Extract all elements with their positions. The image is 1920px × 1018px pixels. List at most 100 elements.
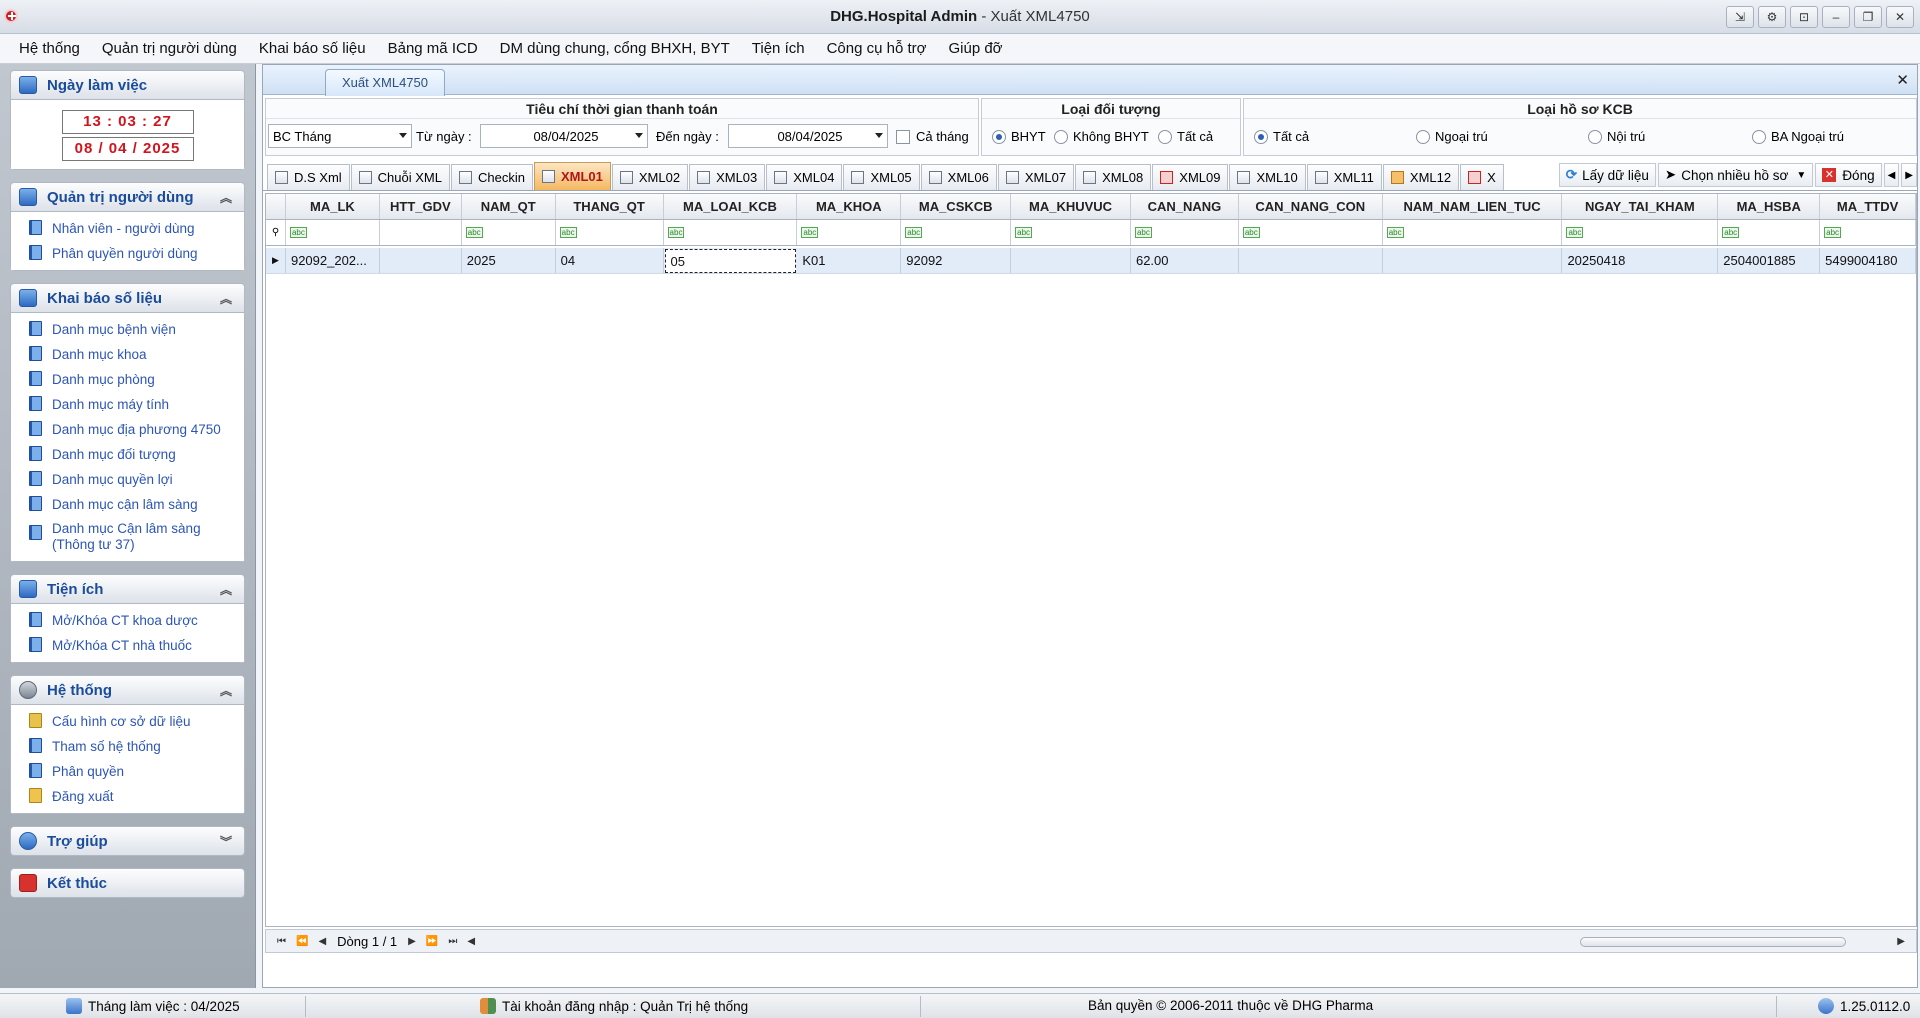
settings-icon[interactable]: ⚙ — [1758, 6, 1786, 28]
col-ma-cskcb[interactable]: MA_CSKCB — [901, 194, 1012, 219]
cell-ma-hsba[interactable]: 2504001885 — [1718, 248, 1821, 273]
sidebar-item-phong[interactable]: Danh mục phòng — [29, 367, 244, 392]
sidebar-item-can-lam-sang[interactable]: Danh mục cận lâm sàng — [29, 492, 244, 517]
cell-ma-lk[interactable]: 92092_202... — [286, 248, 380, 273]
to-date-input[interactable]: 08/04/2025 — [728, 124, 888, 148]
col-ma-loai-kcb[interactable]: MA_LOAI_KCB — [664, 194, 798, 219]
collapse-icon[interactable]: ︽ — [220, 682, 232, 699]
sidebar-item-doi-tuong[interactable]: Danh mục đối tượng — [29, 442, 244, 467]
cell-ma-khoa[interactable]: K01 — [797, 248, 902, 273]
layout-icon[interactable]: ⊡ — [1790, 6, 1818, 28]
sidebar-item-khoa[interactable]: Danh mục khoa — [29, 342, 244, 367]
tab-checkin[interactable]: Checkin — [450, 164, 533, 190]
sidebar-item-can-lam-sang-tt37[interactable]: Danh mục Cận lâm sàng (Thông tư 37) — [29, 517, 244, 557]
users-header[interactable]: Quản trị người dùng ︽ — [10, 182, 245, 212]
next-page-icon[interactable]: ⏩ — [426, 936, 438, 947]
cell-ma-cskcb[interactable]: 92092 — [901, 248, 1012, 273]
sidebar-item-khoa-duoc[interactable]: Mở/Khóa CT khoa dược — [29, 608, 244, 633]
tab-ds-xml[interactable]: D.S Xml — [267, 164, 350, 190]
col-ma-khuvuc[interactable]: MA_KHUVUC — [1011, 194, 1131, 219]
tab-xml08[interactable]: XML08 — [1075, 164, 1152, 190]
tab-xml04[interactable]: XML04 — [766, 164, 843, 190]
radio-bhyt[interactable]: BHYT — [992, 129, 1046, 144]
tab-xml11[interactable]: XML11 — [1306, 164, 1382, 190]
exit-button[interactable]: Kết thúc — [10, 868, 245, 898]
cell-ma-ttdv[interactable]: 5499004180 — [1820, 248, 1916, 273]
col-ngay-tai-kham[interactable]: NGAY_TAI_KHAM — [1562, 194, 1719, 219]
radio-ngoai-tru[interactable]: Ngoại trú — [1416, 129, 1488, 144]
tab-xml01[interactable]: XML01 — [533, 162, 611, 190]
system-header[interactable]: Hệ thống ︽ — [10, 675, 245, 705]
tab-xml07[interactable]: XML07 — [997, 164, 1075, 190]
col-ma-lk[interactable]: MA_LK — [286, 194, 380, 219]
report-type-select[interactable]: BC Tháng — [268, 124, 412, 148]
scroll-right-icon[interactable]: ▶ — [1897, 936, 1905, 947]
chevron-down-icon[interactable]: ▼ — [1796, 170, 1806, 181]
filter-cell[interactable]: abc — [1718, 220, 1821, 245]
scroll-right-button[interactable]: ▶ — [1901, 163, 1917, 187]
cell-nam-qt[interactable]: 2025 — [462, 248, 556, 273]
pick-many-button[interactable]: ➤ Chọn nhiều hồ sơ ▼ — [1657, 163, 1814, 187]
menu-quan-tri[interactable]: Quản trị người dùng — [91, 40, 248, 57]
col-can-nang[interactable]: CAN_NANG — [1131, 194, 1239, 219]
tab-xuat-xml4750[interactable]: Xuất XML4750 — [325, 69, 445, 96]
data-header[interactable]: Khai báo số liệu ︽ — [10, 283, 245, 313]
tab-xml12[interactable]: XML12 — [1382, 164, 1460, 190]
sidebar-item-tham-so[interactable]: Tham số hệ thống — [29, 734, 244, 759]
fetch-data-button[interactable]: ⟳ Lấy dữ liệu — [1558, 163, 1656, 187]
prev-row-icon[interactable]: ◀ — [318, 936, 326, 947]
restore-button[interactable]: ❐ — [1854, 6, 1882, 28]
filter-cell[interactable]: abc — [1131, 220, 1239, 245]
menu-icd[interactable]: Bảng mã ICD — [377, 40, 489, 57]
cell-nam-nam-lien-tuc[interactable] — [1383, 248, 1563, 273]
cell-ma-loai-kcb[interactable]: 05 — [664, 249, 797, 273]
radio-tat-ca-ho-so[interactable]: Tất cả — [1254, 129, 1309, 144]
scroll-left-icon[interactable]: ◀ — [467, 936, 475, 947]
col-nam-qt[interactable]: NAM_QT — [462, 194, 556, 219]
menu-khai-bao[interactable]: Khai báo số liệu — [248, 40, 377, 57]
cell-ngay-tai-kham[interactable]: 20250418 — [1562, 248, 1719, 273]
expand-icon[interactable]: ︾ — [220, 833, 232, 850]
col-can-nang-con[interactable]: CAN_NANG_CON — [1239, 194, 1383, 219]
filter-cell[interactable]: abc — [664, 220, 798, 245]
filter-cell[interactable]: abc — [1239, 220, 1383, 245]
menu-he-thong[interactable]: Hệ thống — [8, 40, 91, 57]
sidebar-item-dia-phuong[interactable]: Danh mục địa phương 4750 — [29, 417, 244, 442]
cell-ma-khuvuc[interactable] — [1011, 248, 1131, 273]
filter-cell[interactable]: abc — [1383, 220, 1563, 245]
prev-page-icon[interactable]: ⏪ — [296, 936, 308, 947]
utilities-header[interactable]: Tiện ích ︽ — [10, 574, 245, 604]
first-page-icon[interactable]: ⏮ — [277, 936, 286, 947]
radio-khong-bhyt[interactable]: Không BHYT — [1054, 129, 1149, 144]
tab-xml06[interactable]: XML06 — [920, 164, 997, 190]
horizontal-scrollbar[interactable] — [1580, 937, 1846, 947]
filter-cell[interactable]: abc — [556, 220, 664, 245]
filter-cell[interactable]: abc — [1562, 220, 1719, 245]
menu-tien-ich[interactable]: Tiện ích — [741, 40, 816, 57]
tab-xml05[interactable]: XML05 — [843, 164, 920, 190]
col-ma-khoa[interactable]: MA_KHOA — [797, 194, 902, 219]
sidebar-item-dang-xuat[interactable]: Đăng xuất — [29, 784, 244, 809]
minimize-button[interactable]: – — [1822, 6, 1850, 28]
filter-cell[interactable] — [380, 220, 462, 245]
tab-xml02[interactable]: XML02 — [611, 164, 689, 190]
radio-tat-ca-doi-tuong[interactable]: Tất cả — [1158, 129, 1213, 144]
sidebar-item-benh-vien[interactable]: Danh mục bệnh viện — [29, 317, 244, 342]
table-row[interactable]: ▶ 92092_202... 2025 04 05 K01 92092 62.0… — [266, 248, 1916, 274]
col-ma-hsba[interactable]: MA_HSBA — [1718, 194, 1821, 219]
tab-xml10[interactable]: XML10 — [1229, 164, 1306, 190]
last-page-icon[interactable]: ⏭ — [448, 936, 457, 947]
cell-can-nang-con[interactable] — [1239, 248, 1383, 273]
sidebar-item-nha-thuoc[interactable]: Mở/Khóa CT nhà thuốc — [29, 633, 244, 658]
collapse-icon[interactable]: ︽ — [220, 189, 232, 206]
close-grid-button[interactable]: ✕ Đóng — [1815, 163, 1882, 187]
collapse-icon[interactable]: ︽ — [220, 581, 232, 598]
filter-cell[interactable]: abc — [286, 220, 380, 245]
sidebar-item-phan-quyen-nguoi-dung[interactable]: Phân quyền người dùng — [29, 241, 244, 266]
tab-xml03[interactable]: XML03 — [689, 164, 766, 190]
sidebar-item-quyen-loi[interactable]: Danh mục quyền lợi — [29, 467, 244, 492]
from-date-input[interactable]: 08/04/2025 — [480, 124, 648, 148]
menu-giup-do[interactable]: Giúp đỡ — [937, 40, 1013, 57]
scroll-left-button[interactable]: ◀ — [1883, 163, 1900, 187]
col-ma-ttdv[interactable]: MA_TTDV — [1820, 194, 1916, 219]
